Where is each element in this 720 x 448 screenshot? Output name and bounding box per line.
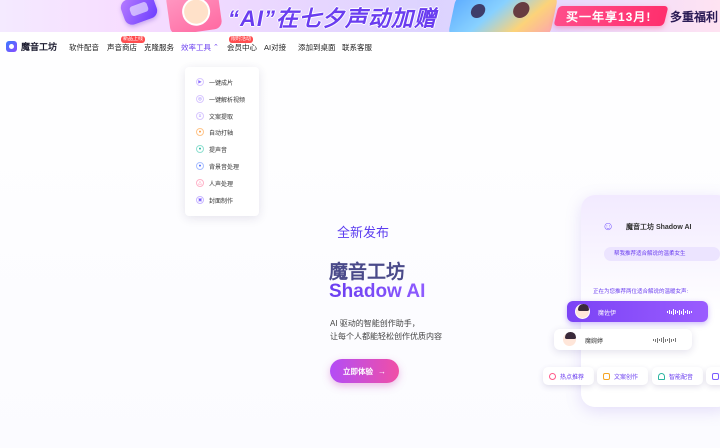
hero-description-line2: 让每个人都能轻松创作优质内容: [330, 332, 442, 341]
hero-subtitle: Shadow AI: [329, 281, 426, 302]
waveform-icon: [653, 337, 676, 343]
menu-item-label: 一键解析视频: [209, 97, 246, 104]
menu-item-auto-timeline[interactable]: ● 自动打轴: [196, 127, 233, 137]
banner-illustration: [447, 0, 559, 32]
chip-hot-recommend[interactable]: 热点推荐: [543, 367, 594, 385]
gift-box-icon: [118, 0, 160, 28]
logo-icon: [6, 41, 17, 52]
user-message-bubble: 帮我推荐适合解说的温柔女生: [604, 247, 720, 261]
assistant-title: 魔音工坊 Shadow AI: [626, 224, 692, 231]
promo-badge: 限时活动: [229, 36, 254, 43]
chip-label: 热点推荐: [560, 374, 585, 381]
banner-extra-text: 多重福利: [670, 10, 719, 24]
voice-avatar: [562, 332, 577, 347]
nav-item-label: 声音商店: [107, 43, 137, 52]
menu-item-label: 人声处理: [209, 181, 234, 188]
brand-name: 魔音工坊: [21, 42, 58, 52]
document-icon: [603, 372, 610, 380]
top-nav: 魔音工坊 软件配音 声音商店 新品上线 克隆服务 效率工具 ⌃ 会员中心 限时活动…: [0, 32, 720, 60]
menu-item-bgm-process[interactable]: ● 背景音处理: [196, 161, 239, 171]
character-card-illustration: [165, 0, 223, 32]
menu-item-parse-video[interactable]: ◎ 一键解析视频: [196, 94, 245, 104]
menu-item-vocal-process[interactable]: △ 人声处理: [196, 178, 233, 188]
menu-item-label: 自动打轴: [209, 130, 234, 137]
menu-item-text-extract[interactable]: ≡ 文案提取: [196, 111, 233, 121]
promo-banner[interactable]: “AI”在七夕声动加赠 买一年享13月! 多重福利: [0, 0, 720, 32]
try-now-label: 立即体验: [343, 366, 373, 376]
nav-item-software-dubbing[interactable]: 软件配音: [69, 42, 99, 53]
nav-item-clone-service[interactable]: 克隆服务: [144, 42, 174, 53]
try-now-button[interactable]: 立即体验 →: [330, 359, 399, 383]
menu-item-label: 一键成片: [209, 80, 234, 87]
voice-name: 魔佐伊: [598, 311, 617, 317]
timeline-icon: ●: [196, 128, 204, 136]
nav-item-add-to-desktop[interactable]: 添加到桌面: [298, 42, 336, 53]
chip-label: 智能配音: [669, 374, 694, 381]
menu-item-label: 文案提取: [209, 114, 234, 121]
menu-item-cover-make[interactable]: ▣ 封面制作: [196, 195, 233, 205]
nav-item-contact-support[interactable]: 联系客服: [342, 42, 372, 53]
voice-card-selected[interactable]: 魔佐伊: [567, 301, 708, 322]
chip-label: 文案创作: [614, 374, 639, 381]
cover-icon: ▣: [196, 196, 204, 204]
nav-item-label: 会员中心: [227, 43, 257, 52]
menu-item-label: 封面制作: [209, 198, 234, 205]
video-parse-icon: ◎: [196, 95, 204, 103]
chevron-up-icon: ⌃: [213, 44, 219, 51]
assistant-status-text: 正在为您推荐两位适合解说的温暖女声:: [593, 289, 689, 295]
menu-item-voice-extract[interactable]: ● 提声音: [196, 144, 227, 154]
nav-item-member-center[interactable]: 会员中心 限时活动: [227, 36, 257, 53]
assistant-avatar-icon: ☺: [602, 219, 615, 233]
voice-avatar: [575, 304, 590, 319]
hero-title: 魔音工坊: [329, 262, 406, 283]
voice-name: 魔婉婷: [585, 339, 604, 345]
voice-card[interactable]: 魔婉婷: [554, 329, 692, 350]
chip-copywriting[interactable]: 文案创作: [597, 367, 648, 385]
efficiency-tools-dropdown: ▶ 一键成片 ◎ 一键解析视频 ≡ 文案提取 ● 自动打轴 ● 提声音 ● 背景音处理 △ 人…: [185, 67, 259, 216]
brand-logo[interactable]: 魔音工坊: [6, 40, 57, 53]
fire-icon: [549, 372, 556, 380]
page: “AI”在七夕声动加赠 买一年享13月! 多重福利 魔音工坊 软件配音 声音商店…: [0, 0, 720, 448]
chip-more[interactable]: [706, 367, 720, 385]
menu-item-one-click-video[interactable]: ▶ 一键成片: [196, 77, 233, 87]
waveform-icon: [667, 309, 692, 315]
chat-icon: [712, 372, 719, 380]
bgm-icon: ●: [196, 162, 204, 170]
nav-item-ai-integration[interactable]: AI对接: [264, 42, 286, 53]
new-badge: 新品上线: [121, 36, 146, 43]
menu-item-label: 背景音处理: [209, 164, 240, 171]
hero-description-line1: AI 驱动的智能创作助手，: [330, 319, 420, 328]
promo-pill-text: 买一年享13月!: [566, 10, 652, 24]
menu-item-label: 提声音: [209, 147, 228, 154]
nav-item-label: 效率工具: [181, 43, 211, 52]
release-tag: 全新发布: [337, 225, 390, 240]
nav-item-voice-store[interactable]: 声音商店 新品上线: [107, 36, 146, 53]
voice-extract-icon: ●: [196, 145, 204, 153]
arrow-right-icon: →: [378, 366, 386, 376]
vocal-icon: △: [196, 179, 204, 187]
text-extract-icon: ≡: [196, 112, 204, 120]
film-icon: ▶: [196, 78, 204, 86]
headphones-icon: [658, 372, 665, 380]
chip-smart-dubbing[interactable]: 智能配音: [652, 367, 703, 385]
banner-headline: “AI”在七夕声动加赠: [228, 6, 438, 31]
nav-item-efficiency-tools[interactable]: 效率工具 ⌃: [181, 42, 219, 53]
